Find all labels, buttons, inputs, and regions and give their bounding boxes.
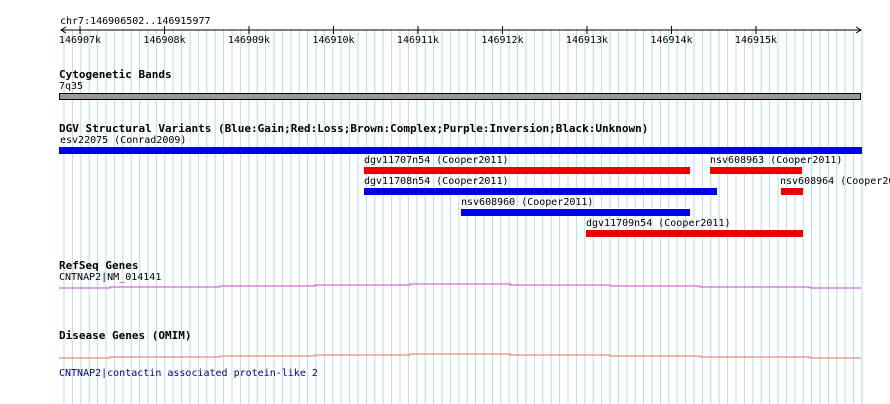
variant-bar-loss[interactable] <box>781 188 803 195</box>
ruler-tick-label: 146910k <box>312 35 355 46</box>
ruler-tick-label: 146907k <box>58 35 102 46</box>
ruler-tick-label: 146912k <box>481 35 524 46</box>
disease-gene-track[interactable] <box>0 350 890 362</box>
variant-bar-loss[interactable] <box>586 230 803 237</box>
ruler-tick-label: 146915k <box>734 35 778 46</box>
refseq-gene-track[interactable] <box>0 280 890 292</box>
variant-label[interactable]: dgv11709n54 (Cooper2011) <box>586 218 731 230</box>
variant-bar-gain[interactable] <box>364 188 717 195</box>
variant-label[interactable]: dgv11708n54 (Cooper2011) <box>364 176 509 188</box>
variant-label[interactable]: nsv608964 (Cooper20 <box>780 176 890 188</box>
ruler-tick-label: 146911k <box>396 35 440 46</box>
ruler-tick-label: 146908k <box>143 35 186 46</box>
disease-gene-label[interactable]: CNTNAP2|contactin associated protein-lik… <box>59 368 318 380</box>
refseq-title: RefSeq Genes <box>59 259 139 272</box>
genome-browser-view: { "region": { "label": "chr7:146906502..… <box>0 0 890 404</box>
cytoband-label: 7q35 <box>59 81 84 92</box>
ruler-tick-label: 146913k <box>565 35 609 46</box>
variant-label[interactable]: dgv11707n54 (Cooper2011) <box>364 155 509 167</box>
cytoband-bar[interactable] <box>59 93 861 100</box>
disease-title: Disease Genes (OMIM) <box>59 329 192 342</box>
variant-label[interactable]: nsv608960 (Cooper2011) <box>461 197 593 209</box>
variant-bar-loss[interactable] <box>710 167 802 174</box>
variant-bar-gain[interactable] <box>461 209 690 216</box>
ruler-tick-label: 146909k <box>227 35 271 46</box>
variant-bar-loss[interactable] <box>364 167 690 174</box>
variant-label[interactable]: nsv608963 (Cooper2011) <box>710 155 842 167</box>
background-grid <box>63 30 863 404</box>
dgv-title: DGV Structural Variants (Blue:Gain;Red:L… <box>59 122 649 135</box>
variant-bar-gain[interactable] <box>59 147 862 154</box>
ruler-tick-label: 146914k <box>650 35 693 46</box>
variant-label[interactable]: esv22075 (Conrad2009) <box>60 135 186 147</box>
cytogenetic-title: Cytogenetic Bands <box>59 68 172 81</box>
